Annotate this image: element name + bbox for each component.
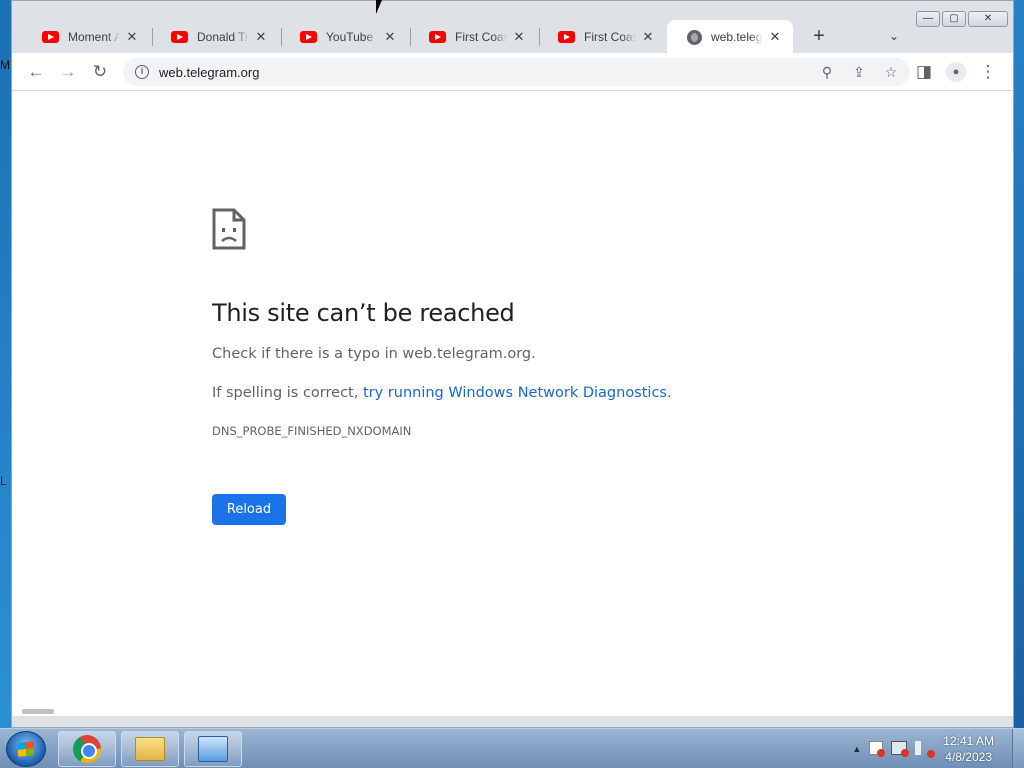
error-page: This site can’t be reached Check if ther… <box>12 91 1013 716</box>
site-info-icon[interactable]: i <box>135 65 149 79</box>
tab-close-icon[interactable]: ✕ <box>253 29 269 45</box>
network-icon[interactable] <box>891 741 910 757</box>
youtube-icon <box>42 31 59 43</box>
windows-taskbar: ▲ 12:41 AM 4/8/2023 <box>0 728 1024 768</box>
tab-title: First Coast N <box>584 30 636 44</box>
show-desktop-button[interactable] <box>1012 729 1024 768</box>
system-tray: ▲ 12:41 AM 4/8/2023 <box>852 729 1024 768</box>
profile-avatar-icon: ● <box>946 62 966 82</box>
new-tab-button[interactable]: + <box>808 26 830 48</box>
url-text[interactable]: web.telegram.org <box>159 65 259 80</box>
window-controls: — ▢ ✕ <box>916 11 1008 29</box>
back-button[interactable]: ← <box>23 59 49 85</box>
maximize-button[interactable]: ▢ <box>942 11 966 27</box>
folder-icon <box>135 737 165 761</box>
taskbar-explorer[interactable] <box>121 731 179 767</box>
error-hint-diagnostics: If spelling is correct, try running Wind… <box>212 385 672 401</box>
tab-close-icon[interactable]: ✕ <box>511 29 527 45</box>
tab-close-icon[interactable]: ✕ <box>640 29 656 45</box>
close-window-button[interactable]: ✕ <box>968 11 1008 27</box>
tray-icons: ▲ <box>852 741 936 758</box>
tab-title: First Coast N <box>455 30 507 44</box>
globe-icon <box>687 29 702 45</box>
sad-document-icon <box>212 208 246 250</box>
system-clock[interactable]: 12:41 AM 4/8/2023 <box>943 733 994 765</box>
clock-time: 12:41 AM <box>943 734 994 748</box>
omnibox-actions: ⚲ ⇪ ☆ <box>816 62 902 82</box>
tab-0[interactable]: Moment Alc ✕ <box>22 20 150 54</box>
tab-search-button[interactable]: ⌄ <box>884 26 904 46</box>
show-hidden-icons-arrow[interactable]: ▲ <box>852 741 861 757</box>
browser-toolbar: ← → ↻ i web.telegram.org ⚲ ⇪ ☆ ◨ ● ⋮ <box>12 53 1013 91</box>
start-button[interactable] <box>6 731 46 767</box>
clock-date: 4/8/2023 <box>945 750 992 764</box>
tab-5-active[interactable]: web.telegra ✕ <box>667 20 793 54</box>
youtube-icon <box>558 31 575 43</box>
tab-title: YouTube <box>326 30 374 44</box>
tab-4[interactable]: First Coast N ✕ <box>538 20 666 54</box>
windows-logo-icon <box>18 741 34 757</box>
network-diagnostics-link[interactable]: try running Windows Network Diagnostics <box>363 385 667 401</box>
mouse-cursor-icon <box>376 0 382 14</box>
tab-close-icon[interactable]: ✕ <box>767 29 783 45</box>
horizontal-scrollbar[interactable] <box>22 709 54 714</box>
taskbar-chrome[interactable] <box>58 731 116 767</box>
youtube-icon <box>429 31 446 43</box>
youtube-icon <box>300 31 317 43</box>
diagnostics-suffix: . <box>666 385 672 401</box>
control-panel-icon <box>198 736 228 762</box>
tab-close-icon[interactable]: ✕ <box>124 29 140 45</box>
reload-page-button[interactable]: Reload <box>212 494 286 525</box>
share-icon[interactable]: ⇪ <box>848 62 870 82</box>
reload-button[interactable]: ↻ <box>87 59 113 85</box>
zoom-icon[interactable]: ⚲ <box>816 62 838 82</box>
error-badge-icon <box>877 749 886 757</box>
tab-3[interactable]: First Coast N ✕ <box>409 20 537 54</box>
address-bar[interactable]: i web.telegram.org ⚲ ⇪ ☆ <box>123 58 910 86</box>
error-badge-icon <box>927 750 936 758</box>
tab-strip: Moment Alc ✕ Donald Trun ✕ YouTube ✕ Fir… <box>12 1 1013 54</box>
youtube-icon <box>171 31 188 43</box>
tab-close-icon[interactable]: ✕ <box>382 29 398 45</box>
menu-button[interactable]: ⋮ <box>975 59 1001 85</box>
tab-title: Donald Trun <box>197 30 249 44</box>
tab-2[interactable]: YouTube ✕ <box>280 20 408 54</box>
tab-1[interactable]: Donald Trun ✕ <box>151 20 279 54</box>
forward-button[interactable]: → <box>55 59 81 85</box>
diagnostics-prefix: If spelling is correct, <box>212 385 363 401</box>
error-title: This site can’t be reached <box>212 299 515 327</box>
minimize-button[interactable]: — <box>916 11 940 27</box>
error-code: DNS_PROBE_FINISHED_NXDOMAIN <box>212 424 412 438</box>
tab-title: Moment Alc <box>68 30 120 44</box>
error-badge-icon <box>901 749 910 757</box>
profile-button[interactable]: ● <box>943 59 969 85</box>
side-panel-button[interactable]: ◨ <box>911 59 937 85</box>
volume-muted-icon[interactable] <box>915 741 936 758</box>
error-hint-typo: Check if there is a typo in web.telegram… <box>212 346 536 362</box>
bookmark-star-icon[interactable]: ☆ <box>880 62 902 82</box>
taskbar-control-panel[interactable] <box>184 731 242 767</box>
tab-title: web.telegra <box>711 30 763 44</box>
chrome-icon <box>73 735 101 763</box>
browser-window: Moment Alc ✕ Donald Trun ✕ YouTube ✕ Fir… <box>11 0 1014 728</box>
action-center-flag-icon[interactable] <box>869 741 886 757</box>
